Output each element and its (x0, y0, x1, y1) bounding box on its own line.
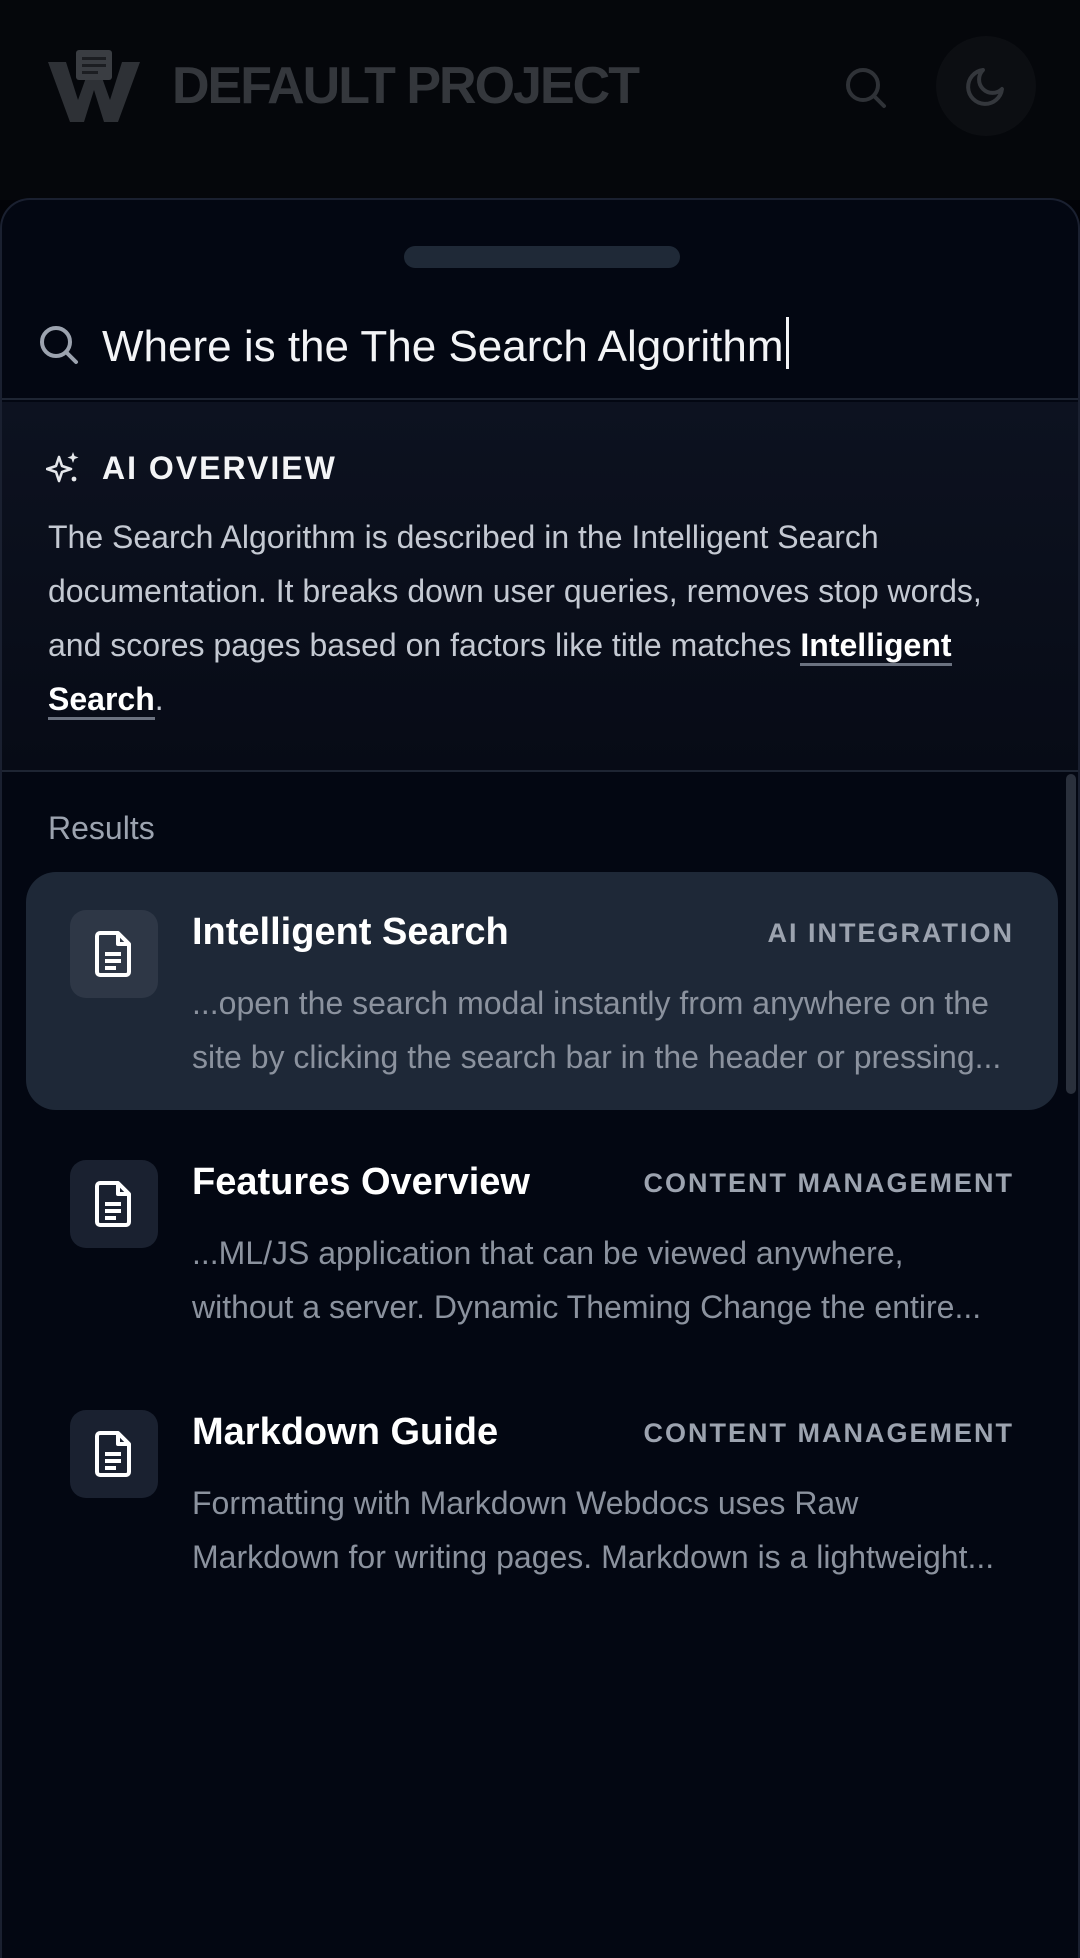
result-snippet: ...ML/JS application that can be viewed … (192, 1235, 982, 1325)
webdocs-logo-icon[interactable] (48, 50, 140, 122)
result-title: Intelligent Search (192, 911, 509, 953)
result-icon-box (70, 1410, 158, 1498)
project-title[interactable]: DEFAULT PROJECT (172, 54, 640, 118)
search-bar: Where is the The Search Algorithm (2, 298, 1078, 400)
result-snippet: Formatting with Markdown Webdocs uses Ra… (192, 1485, 995, 1575)
result-item-features-overview[interactable]: Features Overview CONTENT MANAGEMENT ...… (26, 1122, 1058, 1360)
result-icon-box (70, 1160, 158, 1248)
result-title: Features Overview (192, 1161, 530, 1203)
text-caret (785, 317, 789, 369)
results-label: Results (48, 810, 155, 846)
result-item-intelligent-search[interactable]: Intelligent Search AI INTEGRATION ...ope… (26, 872, 1058, 1110)
ai-overview-panel: AI OVERVIEW The Search Algorithm is desc… (2, 402, 1078, 772)
scrollbar[interactable] (1066, 774, 1076, 1094)
document-icon (95, 1431, 131, 1477)
search-input[interactable]: Where is the The Search Algorithm (102, 312, 1042, 382)
site-header: DEFAULT PROJECT (0, 0, 1080, 200)
result-title: Markdown Guide (192, 1411, 499, 1453)
drag-handle[interactable] (404, 246, 680, 268)
document-icon (95, 931, 131, 977)
ai-overview-text: The Search Algorithm is described in the… (48, 510, 1028, 726)
search-icon (40, 326, 78, 364)
sparkles-icon (46, 452, 79, 483)
document-icon (95, 1181, 131, 1227)
result-category: CONTENT MANAGEMENT (643, 1418, 1014, 1448)
ai-overview-title: AI OVERVIEW (102, 449, 337, 486)
result-category: AI INTEGRATION (767, 918, 1014, 948)
ai-overview-header: AI OVERVIEW (46, 448, 337, 488)
result-category: CONTENT MANAGEMENT (643, 1168, 1014, 1198)
result-item-markdown-guide[interactable]: Markdown Guide CONTENT MANAGEMENT Format… (26, 1372, 1058, 1610)
result-icon-box (70, 910, 158, 998)
result-snippet: ...open the search modal instantly from … (192, 985, 1002, 1075)
search-modal: Where is the The Search Algorithm AI OVE… (0, 198, 1080, 1958)
theme-toggle-button[interactable] (936, 36, 1036, 136)
search-icon[interactable] (840, 62, 892, 114)
moon-icon (966, 68, 1004, 106)
